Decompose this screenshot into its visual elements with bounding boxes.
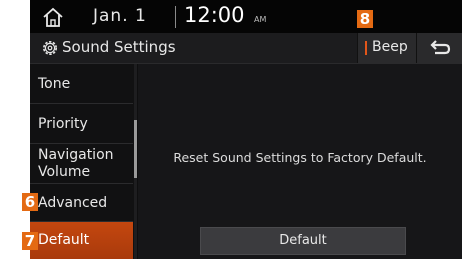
menu-item-navigation-volume[interactable]: Navigation Volume bbox=[30, 144, 133, 184]
reset-message: Reset Sound Settings to Factory Default. bbox=[173, 150, 427, 165]
menu-item-label: Default bbox=[38, 232, 90, 248]
back-button[interactable] bbox=[416, 33, 462, 63]
callout-advanced: 6 bbox=[22, 193, 38, 211]
menu-item-advanced[interactable]: Advanced bbox=[30, 184, 133, 222]
status-bar: Jan. 1 12:00 AM bbox=[30, 0, 462, 33]
menu-item-label: Advanced bbox=[38, 195, 108, 211]
beep-button[interactable]: Beep bbox=[357, 33, 416, 63]
home-icon bbox=[43, 7, 63, 27]
title-bar: Sound Settings Beep bbox=[30, 33, 462, 64]
beep-label: Beep bbox=[372, 39, 408, 55]
default-button[interactable]: Default bbox=[200, 227, 406, 255]
menu-item-tone[interactable]: Tone bbox=[30, 64, 133, 104]
menu-scrollbar-thumb[interactable] bbox=[134, 120, 137, 178]
menu-item-default[interactable]: Default bbox=[30, 222, 133, 259]
home-button[interactable] bbox=[38, 4, 68, 30]
date-text: Jan. 1 bbox=[93, 6, 147, 26]
beep-indicator bbox=[365, 41, 367, 55]
callout-default: 7 bbox=[22, 232, 38, 250]
callout-beep: 8 bbox=[357, 10, 373, 28]
menu-item-priority[interactable]: Priority bbox=[30, 104, 133, 144]
status-divider bbox=[175, 6, 176, 28]
menu-item-label: Navigation Volume bbox=[38, 147, 114, 180]
back-arrow-icon bbox=[430, 40, 451, 55]
page-title: Sound Settings bbox=[62, 38, 176, 56]
content-panel: Reset Sound Settings to Factory Default.… bbox=[138, 64, 462, 259]
menu-item-label: Priority bbox=[38, 116, 88, 132]
settings-menu: Tone Priority Navigation Volume Advanced… bbox=[30, 64, 137, 259]
gear-icon bbox=[43, 41, 57, 55]
clock-time: 12:00 bbox=[184, 3, 245, 27]
menu-item-label: Tone bbox=[38, 76, 71, 92]
head-unit-screen: Jan. 1 12:00 AM Sound Settings Beep Tone… bbox=[30, 0, 462, 259]
clock-ampm: AM bbox=[254, 15, 267, 24]
